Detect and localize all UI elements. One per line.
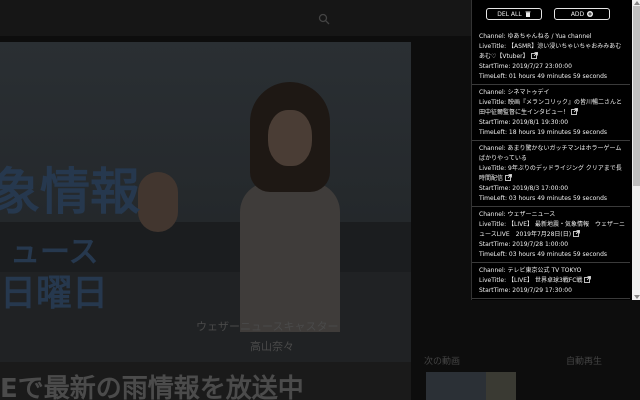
banner-text: Eで最新の雨情報を放送中 xyxy=(0,374,304,400)
presenter-title: ウェザーニュースキャスター xyxy=(196,320,339,333)
video-overlay-text-3: 日曜日 xyxy=(0,273,109,314)
presenter-body xyxy=(240,182,340,332)
entry-time-left: TimeLeft: 03 hours 49 minutes 59 seconds xyxy=(479,195,608,202)
entry-start-time: StartTime: 2019/8/3 17:00:00 xyxy=(479,185,569,192)
popup-scrollbar[interactable] xyxy=(632,0,640,300)
list-item: Channel: ゆあちゃんねる / Yua channel LiveTitle… xyxy=(472,29,630,85)
entry-channel: Channel: あまり驚かないガッチマンはホラーゲームばかりやっている xyxy=(479,145,622,162)
scrollbar-thumb[interactable] xyxy=(633,6,640,186)
entry-start-time: StartTime: 2019/7/28 1:00:00 xyxy=(479,241,569,248)
video-overlay-text-1: 象情報 xyxy=(0,163,140,221)
entry-channel: Channel: テレビ東京公式 TV TOKYO xyxy=(479,267,582,274)
search-icon[interactable] xyxy=(318,10,330,25)
scroll-down-icon[interactable] xyxy=(634,295,640,299)
external-link-icon[interactable] xyxy=(530,52,538,59)
next-video-thumbnail[interactable] xyxy=(426,372,486,400)
external-link-icon[interactable] xyxy=(584,276,592,283)
entry-title: LiveTitle: 9年ぶりのデッドライジング クリアまで長時間配信 xyxy=(479,165,622,182)
add-button[interactable]: ADD xyxy=(554,8,610,20)
entry-title-row: LiveTitle: 映画『メランコリック』の皆川暢二さんと田中征爾監督に生イン… xyxy=(479,98,625,118)
entry-title: LiveTitle: 【LIVE】 世界卓球3戦FC戦 xyxy=(479,277,583,284)
entry-title-row: LiveTitle: 9年ぶりのデッドライジング クリアまで長時間配信 xyxy=(479,164,625,184)
next-video-thumbnail-person xyxy=(486,372,516,400)
entry-time-left: TimeLeft: 03 hours 49 minutes 59 seconds xyxy=(479,251,608,258)
external-link-icon[interactable] xyxy=(505,174,512,181)
entry-title-row: LiveTitle: 【LIVE】 世界卓球3戦FC戦 xyxy=(479,276,625,286)
entry-start-time: StartTime: 2019/7/29 17:30:00 xyxy=(479,287,572,294)
entry-time-left: TimeLeft: 01 hours 49 minutes 59 seconds xyxy=(479,73,608,80)
popup-toolbar: DEL ALL ADD xyxy=(472,8,630,22)
external-link-icon[interactable] xyxy=(571,108,578,115)
list-item: Channel: あまり驚かないガッチマンはホラーゲームばかりやっている Liv… xyxy=(472,141,630,207)
entry-title: LiveTitle: 映画『メランコリック』の皆川暢二さんと田中征爾監督に生イン… xyxy=(479,99,623,116)
list-item: Channel: ウェザーニュース LiveTitle: 【LIVE】 最新地震… xyxy=(472,207,630,263)
trash-icon xyxy=(525,10,531,17)
list-item: Channel: シネマトゥデイ LiveTitle: 映画『メランコリック』の… xyxy=(472,85,630,141)
presenter-name: 高山奈々 xyxy=(250,340,294,353)
presenter-hand xyxy=(138,172,178,232)
next-video-label: 次の動画 xyxy=(424,357,461,367)
presenter-face xyxy=(268,110,312,166)
entry-channel: Channel: ウェザーニュース xyxy=(479,211,556,218)
entry-title-row: LiveTitle: 【LIVE】 最新地震・気象情報 ウェザーニュースLIVE… xyxy=(479,220,625,240)
delete-all-label: DEL ALL xyxy=(497,11,522,18)
entry-time-left: TimeLeft: 18 hours 19 minutes 59 seconds xyxy=(479,129,608,136)
delete-all-button[interactable]: DEL ALL xyxy=(486,8,542,20)
video-banner: Eで最新の雨情報を放送中 xyxy=(0,362,411,400)
entry-channel: Channel: ゆあちゃんねる / Yua channel xyxy=(479,33,592,40)
entry-start-time: StartTime: 2019/7/27 23:00:00 xyxy=(479,63,572,70)
autoplay-label[interactable]: 自動再生 xyxy=(566,354,602,367)
entry-start-time: StartTime: 2019/8/1 19:30:00 xyxy=(479,119,569,126)
video-player[interactable]: 象情報 ュース 日曜日 ウェザーニュースキャスター 高山奈々 Eで最新の雨情報を… xyxy=(0,42,411,400)
entry-title: LiveTitle: 【ASMR】涼い浸いちゃいちゃおみみあむあむ♡【Vtube… xyxy=(479,43,622,60)
entry-channel: Channel: シネマトゥデイ xyxy=(479,89,550,96)
entry-title-row: LiveTitle: 【ASMR】涼い浸いちゃいちゃおみみあむあむ♡【Vtube… xyxy=(479,42,625,62)
external-link-icon[interactable] xyxy=(573,230,581,237)
presenter-figure xyxy=(138,82,350,332)
live-reminder-popup: DEL ALL ADD Channel: ゆあちゃんねる / Yua chann… xyxy=(471,0,640,300)
entry-title: LiveTitle: 【LIVE】 最新地震・気象情報 ウェザーニュースLIVE… xyxy=(479,221,625,238)
plus-circle-icon xyxy=(587,10,594,17)
list-item: Channel: テレビ東京公式 TV TOKYO LiveTitle: 【LI… xyxy=(472,263,630,299)
live-list: Channel: ゆあちゃんねる / Yua channel LiveTitle… xyxy=(472,29,630,299)
add-label: ADD xyxy=(570,11,585,18)
scroll-up-icon[interactable] xyxy=(634,1,640,5)
